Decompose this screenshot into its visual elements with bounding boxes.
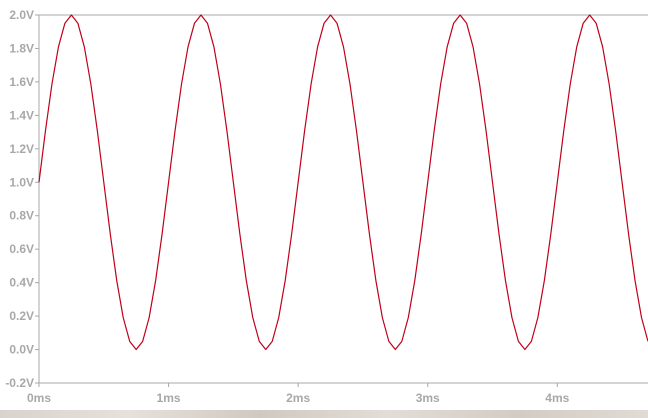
x-tick-label: 4ms: [545, 391, 569, 405]
y-tick-label: 2.0V: [9, 8, 34, 22]
y-tick-label: 1.0V: [9, 175, 34, 189]
y-tick-label: 1.4V: [9, 108, 34, 122]
plot-background: [0, 0, 648, 418]
y-tick-label: 0.8V: [9, 209, 34, 223]
x-tick-label: 0ms: [27, 391, 51, 405]
y-tick-label: 0.2V: [9, 309, 34, 323]
bottom-strip: [0, 410, 648, 418]
y-tick-label: 1.6V: [9, 75, 34, 89]
y-tick-label: -0.2V: [5, 376, 34, 390]
waveform-chart: -0.2V 0.0V 0.2V 0.4V 0.6V 0.8V 1.0V 1.2V 1.4V 1.6…: [0, 0, 648, 418]
x-tick-label: 3ms: [416, 391, 440, 405]
y-tick-label: 1.2V: [9, 142, 34, 156]
x-tick-label: 1ms: [157, 391, 181, 405]
y-tick-label: 1.8V: [9, 41, 34, 55]
x-tick-label: 2ms: [286, 391, 310, 405]
y-tick-label: 0.0V: [9, 343, 34, 357]
y-tick-label: 0.6V: [9, 242, 34, 256]
y-tick-label: 0.4V: [9, 276, 34, 290]
